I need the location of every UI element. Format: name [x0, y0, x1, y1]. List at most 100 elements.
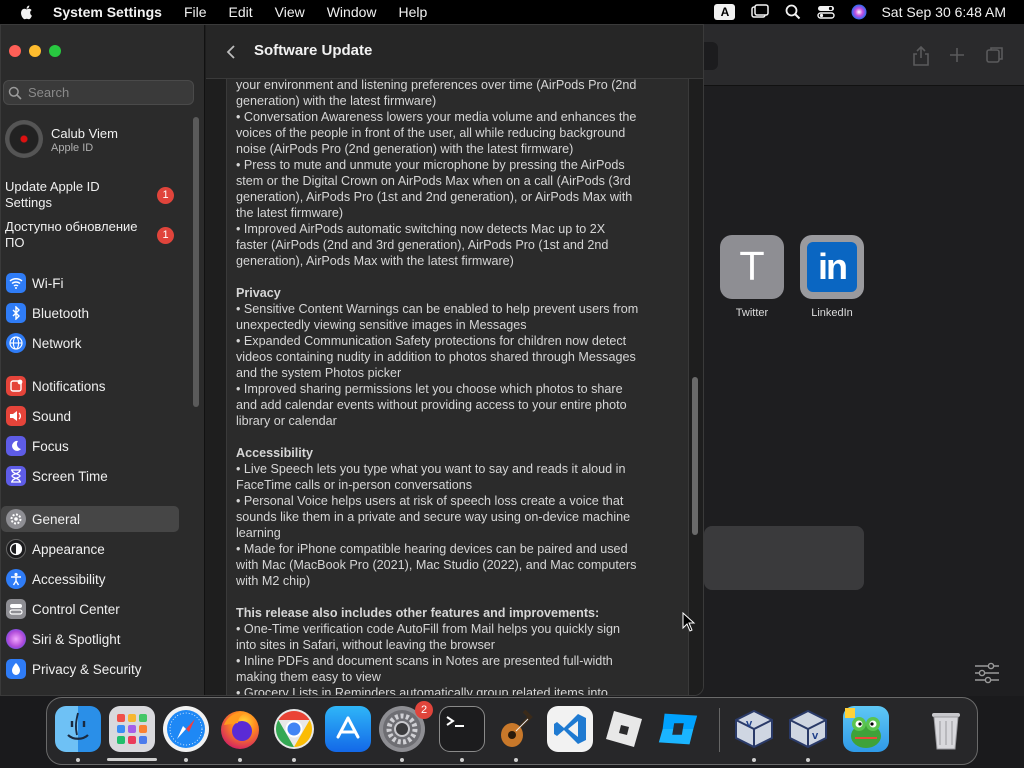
firefox-icon[interactable] [217, 706, 263, 752]
release-notes-line: making them easy to view [236, 670, 381, 684]
sidebar-scrollbar[interactable] [193, 117, 199, 407]
running-indicator [238, 758, 242, 762]
chrome-icon[interactable] [271, 706, 317, 752]
linkedin-favorite-tile[interactable]: in [800, 235, 864, 299]
menu-help[interactable]: Help [399, 4, 428, 20]
control-center-icon [6, 599, 26, 619]
app-name-menu[interactable]: System Settings [53, 4, 162, 20]
notice-label: Update Apple ID Settings [5, 179, 100, 210]
release-notes-line: into sites in Safari, without leaving th… [236, 638, 496, 652]
sidebar-item-label: Focus [32, 438, 69, 454]
notice-badge: 1 [157, 227, 174, 244]
system-settings-window: Search Calub Viem Apple ID Update Apple … [0, 24, 704, 696]
trash-icon[interactable] [923, 706, 969, 752]
sidebar-item-privacy-security[interactable]: Privacy & Security [1, 656, 179, 682]
screen-mirroring-icon[interactable] [751, 4, 770, 20]
virtualbox-icon[interactable]: V [731, 706, 777, 752]
release-notes-line: • Press to mute and unmute your micropho… [236, 158, 625, 172]
search-placeholder: Search [28, 85, 70, 100]
menu-window[interactable]: Window [327, 4, 377, 20]
profile-name: Calub Viem [51, 126, 118, 141]
tab-overview-icon[interactable] [986, 46, 1004, 64]
release-notes-scrollbar[interactable] [692, 377, 698, 535]
settings-update-badge: 2 [415, 701, 433, 719]
terminal-icon[interactable] [439, 706, 485, 752]
sidebar-item-label: Network [32, 335, 82, 351]
sidebar-item-label: Sound [32, 408, 72, 424]
roblox-icon[interactable] [601, 706, 647, 752]
wifi-icon [6, 273, 26, 293]
finder-icon[interactable] [55, 706, 101, 752]
accessibility-icon [6, 569, 26, 589]
input-source-label: A [714, 4, 736, 20]
sidebar-item-general[interactable]: General [1, 506, 179, 532]
virtualbox-vm-icon[interactable]: V [785, 706, 831, 752]
control-center-menu-icon[interactable] [817, 4, 836, 20]
release-notes-text: your environment and listening preferenc… [236, 79, 676, 695]
browser-toolbar [690, 24, 1024, 86]
menu-bar-clock[interactable]: Sat Sep 30 6:48 AM [881, 4, 1006, 20]
back-chevron-icon[interactable] [222, 42, 242, 62]
sidebar-item-siri-spotlight[interactable]: Siri & Spotlight [1, 626, 179, 652]
menu-bar: System Settings File Edit View Window He… [0, 0, 1024, 24]
sidebar-item-wifi[interactable]: Wi-Fi [1, 270, 179, 296]
share-icon[interactable] [912, 46, 930, 66]
sidebar-item-notifications[interactable]: Notifications [1, 373, 179, 399]
vscode-icon[interactable] [547, 706, 593, 752]
sidebar-item-network[interactable]: Network [1, 330, 179, 356]
running-indicator [184, 758, 188, 762]
release-notes-panel[interactable]: your environment and listening preferenc… [226, 79, 689, 695]
sidebar-item-focus[interactable]: Focus [1, 433, 179, 459]
menu-file[interactable]: File [184, 4, 207, 20]
sidebar-search-field[interactable]: Search [3, 80, 194, 105]
browser-content-card[interactable] [704, 526, 864, 590]
release-notes-heading: Accessibility [236, 446, 314, 460]
release-notes-line: and add calendar events without providin… [236, 398, 627, 412]
release-notes-line: videos containing nudity in addition to … [236, 350, 636, 364]
linkedin-logo-icon: in [807, 242, 857, 292]
siri-menu-icon[interactable] [851, 4, 867, 20]
sound-icon [6, 406, 26, 426]
general-icon [6, 509, 26, 529]
search-icon [8, 86, 22, 100]
close-window-button[interactable] [9, 45, 21, 57]
sidebar-item-sound[interactable]: Sound [1, 403, 179, 429]
launchpad-icon[interactable] [109, 706, 155, 752]
update-apple-id-notice[interactable]: Update Apple ID Settings 1 [5, 179, 180, 211]
sidebar-item-screen-time[interactable]: Screen Time [1, 463, 179, 489]
sidebar-item-bluetooth[interactable]: Bluetooth [1, 300, 179, 326]
page-title: Software Update [254, 42, 373, 59]
sidebar-item-accessibility[interactable]: Accessibility [1, 566, 179, 592]
roblox-studio-icon[interactable] [655, 706, 701, 752]
sidebar-item-label: General [32, 511, 81, 527]
minimize-window-button[interactable] [29, 45, 41, 57]
twitter-tile-label: Twitter [735, 307, 769, 319]
release-notes-line: with Mac (MacBook Pro (2021), Mac Studio… [236, 558, 637, 572]
release-notes-line [236, 589, 676, 605]
running-indicator [514, 758, 518, 762]
software-update-notice[interactable]: Доступно обновление ПО 1 [5, 219, 180, 251]
customize-start-page-icon[interactable] [974, 662, 1000, 684]
spotlight-search-icon[interactable] [785, 4, 801, 20]
game-icon[interactable] [843, 706, 889, 752]
sidebar-item-control-center[interactable]: Control Center [1, 596, 179, 622]
garageband-icon[interactable] [493, 706, 539, 752]
menu-edit[interactable]: Edit [229, 4, 253, 20]
app-store-icon[interactable] [325, 706, 371, 752]
release-notes-line [236, 429, 676, 445]
apple-menu-icon[interactable] [19, 4, 35, 20]
running-indicator [76, 758, 80, 762]
safari-icon[interactable] [163, 706, 209, 752]
input-source-menu[interactable]: A [714, 4, 736, 20]
linkedin-tile-label: LinkedIn [811, 307, 853, 319]
apple-id-profile[interactable]: Calub Viem Apple ID [5, 120, 195, 158]
twitter-favorite-tile[interactable]: T [720, 235, 784, 299]
background-browser-window: T Twitter in LinkedIn [690, 24, 1024, 696]
menu-view[interactable]: View [275, 4, 305, 20]
avatar [5, 120, 43, 158]
release-notes-line: • Expanded Communication Safety protecti… [236, 334, 627, 348]
sidebar-item-appearance[interactable]: Appearance [1, 536, 179, 562]
siri-icon [6, 629, 26, 649]
zoom-window-button[interactable] [49, 45, 61, 57]
new-tab-icon[interactable] [949, 47, 965, 63]
